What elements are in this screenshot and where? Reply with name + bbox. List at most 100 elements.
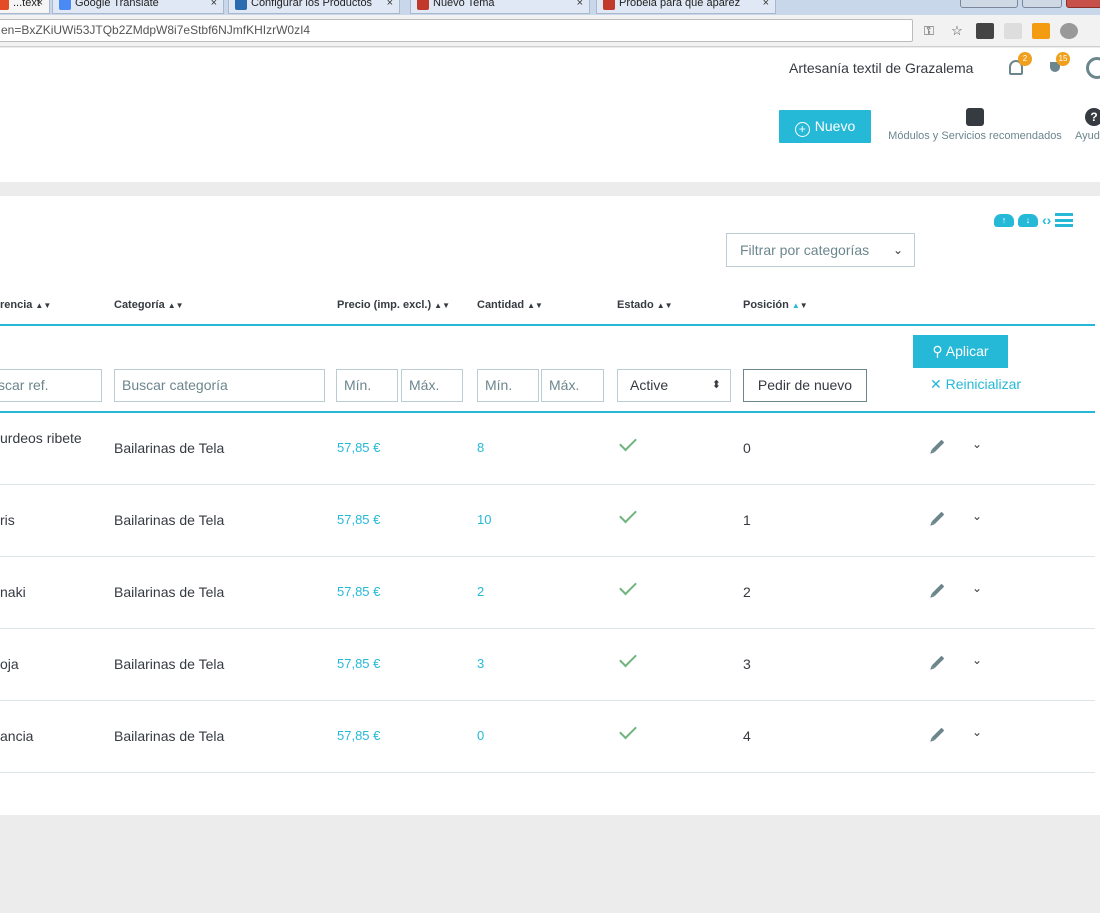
- reset-filter-button[interactable]: ✕ Reinicializar: [930, 376, 1021, 393]
- status-select[interactable]: Active ⬍: [617, 369, 731, 402]
- sql-manager-icon[interactable]: [1055, 213, 1074, 227]
- product-price[interactable]: 57,85 €: [337, 440, 380, 455]
- row-actions-chevron-icon[interactable]: ⌄: [972, 437, 982, 451]
- edit-pencil-icon[interactable]: [931, 511, 945, 525]
- recommended-modules-link[interactable]: Módulos y Servicios recomendados: [880, 108, 1070, 142]
- status-check-icon[interactable]: [619, 649, 637, 668]
- category-filter-button[interactable]: Filtrar por categorías ⌄: [726, 233, 915, 267]
- column-header-reference[interactable]: rencia ▲▼: [0, 299, 51, 311]
- table-row[interactable]: naki Bailarinas de Tela 57,85 € 2 2 ⌄: [0, 557, 1095, 629]
- edit-pencil-icon[interactable]: [931, 727, 945, 741]
- notifications-button[interactable]: 2: [1006, 52, 1032, 80]
- close-window-button[interactable]: [1066, 0, 1100, 8]
- sort-icon[interactable]: ▲▼: [527, 301, 543, 310]
- status-check-icon[interactable]: [619, 577, 637, 596]
- product-name[interactable]: ris: [0, 512, 15, 528]
- row-actions-chevron-icon[interactable]: ⌄: [972, 653, 982, 667]
- edit-pencil-icon[interactable]: [931, 439, 945, 453]
- chevron-down-icon: ⌄: [892, 243, 903, 257]
- table-row[interactable]: ancia Bailarinas de Tela 57,85 € 0 4 ⌄: [0, 701, 1095, 773]
- cloud-download-icon[interactable]: ↓: [1018, 213, 1038, 227]
- minimize-button[interactable]: [960, 0, 1018, 8]
- url-field[interactable]: en=BxZKiUWi53JTQb2ZMdpW8i7eStbf6NJmfKHIz…: [0, 19, 913, 42]
- column-header-category[interactable]: Categoría ▲▼: [114, 299, 184, 311]
- status-check-icon[interactable]: [619, 505, 637, 524]
- browser-tab-5[interactable]: Probela para que aparez ×: [596, 0, 776, 14]
- maximize-button[interactable]: [1022, 0, 1062, 8]
- code-icon[interactable]: ‹›: [1042, 212, 1051, 228]
- row-actions-chevron-icon[interactable]: ⌄: [972, 509, 982, 523]
- product-price[interactable]: 57,85 €: [337, 728, 380, 743]
- product-price[interactable]: 57,85 €: [337, 584, 380, 599]
- user-avatar-icon[interactable]: [1086, 57, 1100, 79]
- help-link[interactable]: ? Ayuda: [1075, 108, 1100, 142]
- extension-settings-icon[interactable]: [1060, 23, 1078, 39]
- column-header-quantity[interactable]: Cantidad ▲▼: [477, 299, 543, 311]
- quantity-min-input[interactable]: Mín.: [477, 369, 539, 402]
- status-check-icon[interactable]: [619, 721, 637, 740]
- extension-chart-icon[interactable]: [1032, 23, 1050, 39]
- tab-close-icon[interactable]: ×: [577, 0, 583, 12]
- product-name[interactable]: ancia: [0, 728, 33, 744]
- apply-filter-button[interactable]: ⚲ Aplicar: [913, 335, 1008, 368]
- sort-up-icon: ▲: [434, 301, 443, 310]
- product-quantity[interactable]: 0: [477, 728, 484, 743]
- row-actions-chevron-icon[interactable]: ⌄: [972, 725, 982, 739]
- tab-close-icon[interactable]: ×: [37, 0, 43, 12]
- sort-icon[interactable]: ▲▼: [35, 301, 51, 310]
- row-actions-chevron-icon[interactable]: ⌄: [972, 581, 982, 595]
- reorder-button[interactable]: Pedir de nuevo: [743, 369, 867, 402]
- edit-pencil-icon[interactable]: [931, 655, 945, 669]
- new-product-button[interactable]: + Nuevo: [779, 110, 871, 143]
- product-quantity[interactable]: 10: [477, 512, 491, 527]
- status-select-value: Active: [630, 377, 669, 393]
- sort-icon[interactable]: ▲▼: [792, 301, 808, 310]
- browser-tab-3[interactable]: Configurar los Productos ×: [228, 0, 400, 14]
- trophy-button[interactable]: 15: [1044, 52, 1070, 80]
- product-price[interactable]: 57,85 €: [337, 656, 380, 671]
- browser-tab-4[interactable]: Nuevo Tema ×: [410, 0, 590, 14]
- help-label: Ayuda: [1075, 130, 1100, 142]
- sort-down-icon: ▼: [664, 301, 673, 310]
- tab-close-icon[interactable]: ×: [763, 0, 769, 12]
- shop-name-link[interactable]: Artesanía textil de Grazalema: [789, 60, 973, 76]
- tab-close-icon[interactable]: ×: [387, 0, 393, 12]
- extension-leaf-icon[interactable]: [1004, 23, 1022, 39]
- extension-mail-icon[interactable]: [976, 23, 994, 39]
- category-search-input[interactable]: Buscar categoría: [114, 369, 325, 402]
- price-max-input[interactable]: Máx.: [401, 369, 463, 402]
- product-name[interactable]: urdeos ribete: [0, 430, 82, 446]
- table-row[interactable]: ris Bailarinas de Tela 57,85 € 10 1 ⌄: [0, 485, 1095, 557]
- column-header-position[interactable]: Posición ▲▼: [743, 299, 808, 311]
- products-card: ↑ ↓ ‹› Filtrar por categorías ⌄ rencia ▲▼…: [0, 196, 1100, 815]
- product-category: Bailarinas de Tela: [114, 440, 225, 456]
- product-quantity[interactable]: 2: [477, 584, 484, 599]
- reference-search-input[interactable]: scar ref.: [0, 369, 102, 402]
- column-header-price[interactable]: Precio (imp. excl.) ▲▼: [337, 299, 450, 311]
- product-name[interactable]: naki: [0, 584, 26, 600]
- status-check-icon[interactable]: [619, 433, 637, 452]
- product-name[interactable]: oja: [0, 656, 19, 672]
- bookmark-star-icon[interactable]: ☆: [948, 23, 966, 39]
- sort-icon[interactable]: ▲▼: [434, 301, 450, 310]
- browser-tab-1[interactable]: ...text ×: [0, 0, 50, 14]
- product-quantity[interactable]: 8: [477, 440, 484, 455]
- quantity-max-input[interactable]: Máx.: [541, 369, 604, 402]
- search-icon: ⚲: [932, 343, 943, 359]
- edit-pencil-icon[interactable]: [931, 583, 945, 597]
- column-header-status[interactable]: Estado ▲▼: [617, 299, 673, 311]
- price-min-input[interactable]: Mín.: [336, 369, 398, 402]
- sort-icon[interactable]: ▲▼: [168, 301, 184, 310]
- cloud-upload-icon[interactable]: ↑: [994, 213, 1014, 227]
- product-position: 1: [743, 512, 751, 528]
- table-row[interactable]: oja Bailarinas de Tela 57,85 € 3 3 ⌄: [0, 629, 1095, 701]
- sort-icon[interactable]: ▲▼: [657, 301, 673, 310]
- product-price[interactable]: 57,85 €: [337, 512, 380, 527]
- key-icon[interactable]: ⚿: [920, 23, 938, 39]
- tab-label: Nuevo Tema: [433, 0, 495, 9]
- tab-close-icon[interactable]: ×: [211, 0, 217, 12]
- browser-tab-2[interactable]: Google Translate ×: [52, 0, 224, 14]
- column-label: Precio (imp. excl.): [337, 299, 432, 311]
- product-quantity[interactable]: 3: [477, 656, 484, 671]
- table-row[interactable]: urdeos ribete Bailarinas de Tela 57,85 €…: [0, 413, 1095, 485]
